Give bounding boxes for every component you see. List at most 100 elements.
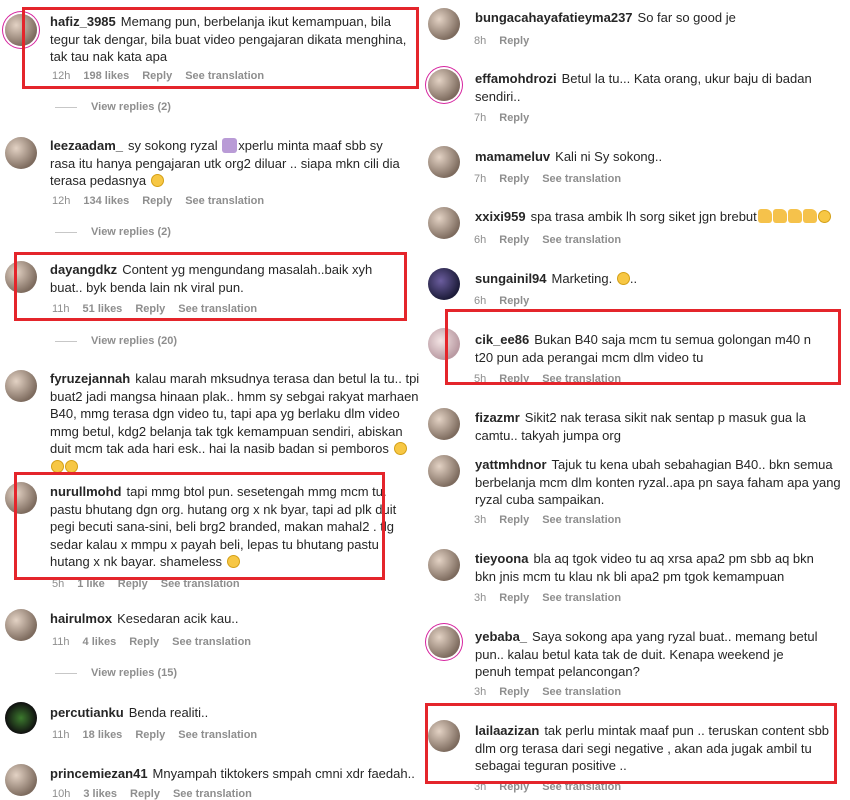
username[interactable]: fyruzejannah: [50, 371, 130, 386]
avatar[interactable]: [428, 146, 460, 178]
reply-button[interactable]: Reply: [142, 70, 172, 82]
timestamp: 3h: [474, 592, 487, 604]
reply-button[interactable]: Reply: [499, 295, 529, 307]
see-translation-link[interactable]: See translation: [542, 592, 621, 604]
avatar[interactable]: [5, 482, 37, 514]
timestamp: 11h: [52, 729, 70, 741]
username[interactable]: nurullmohd: [50, 484, 122, 499]
view-replies-button[interactable]: View replies (2): [55, 226, 171, 238]
view-replies-button[interactable]: View replies (15): [55, 667, 177, 679]
username[interactable]: princemiezan41: [50, 766, 148, 781]
avatar[interactable]: [428, 268, 460, 300]
username[interactable]: dayangdkz: [50, 262, 117, 277]
likes-count[interactable]: 3 likes: [83, 788, 117, 800]
avatar[interactable]: [428, 720, 460, 752]
username[interactable]: yebaba_: [475, 629, 527, 644]
username[interactable]: hafiz_3985: [50, 14, 116, 29]
view-replies-button[interactable]: View replies (2): [55, 101, 171, 113]
reply-button[interactable]: Reply: [499, 781, 529, 793]
username[interactable]: xxixi959: [475, 209, 526, 224]
avatar[interactable]: [5, 764, 37, 796]
see-translation-link[interactable]: See translation: [161, 578, 240, 590]
reply-button[interactable]: Reply: [499, 112, 529, 124]
reply-button[interactable]: Reply: [499, 234, 529, 246]
likes-count[interactable]: 134 likes: [83, 195, 129, 207]
reply-button[interactable]: Reply: [499, 686, 529, 698]
comment-meta: 11h 51 likes Reply See translation: [52, 302, 270, 316]
see-translation-link[interactable]: See translation: [542, 686, 621, 698]
likes-count[interactable]: 51 likes: [83, 303, 123, 315]
avatar[interactable]: [428, 626, 460, 658]
comment-text: hairulmox Kesedaran acik kau..: [50, 610, 410, 628]
reply-button[interactable]: Reply: [499, 173, 529, 185]
timestamp: 12h: [52, 195, 71, 207]
avatar[interactable]: [428, 408, 460, 440]
avatar[interactable]: [5, 609, 37, 641]
comment-meta: 7h Reply: [474, 111, 542, 125]
see-translation-link[interactable]: See translation: [542, 173, 621, 185]
avatar[interactable]: [428, 8, 460, 40]
see-translation-link[interactable]: See translation: [542, 514, 621, 526]
username[interactable]: fizazmr: [475, 410, 520, 425]
reply-button[interactable]: Reply: [118, 578, 148, 590]
likes-count[interactable]: 18 likes: [83, 729, 123, 741]
username[interactable]: mamameluv: [475, 149, 550, 164]
likes-count[interactable]: 1 like: [77, 578, 105, 590]
comment-body: sy sokong ryzal: [128, 138, 218, 153]
timestamp: 6h: [474, 234, 487, 246]
comment-body-continued: ..: [629, 271, 638, 286]
reply-button[interactable]: Reply: [135, 729, 165, 741]
avatar[interactable]: [428, 549, 460, 581]
avatar[interactable]: [428, 207, 460, 239]
see-translation-link[interactable]: See translation: [185, 195, 264, 207]
avatar[interactable]: [428, 328, 460, 360]
comment-text: percutianku Benda realiti..: [50, 704, 410, 722]
avatar[interactable]: [5, 370, 37, 402]
reply-button[interactable]: Reply: [499, 592, 529, 604]
avatar[interactable]: [428, 69, 460, 101]
comment-meta: 6h Reply: [474, 294, 542, 308]
comment-meta: 3h Reply See translation: [474, 685, 634, 699]
comment-meta: 3h Reply See translation: [474, 591, 634, 605]
see-translation-link[interactable]: See translation: [173, 788, 252, 800]
comment-text: dayangdkz Content yg mengundang masalah..…: [50, 261, 400, 296]
username[interactable]: bungacahayafatieyma237: [475, 10, 633, 25]
avatar[interactable]: [428, 455, 460, 487]
username[interactable]: sungainil94: [475, 271, 547, 286]
reply-button[interactable]: Reply: [130, 788, 160, 800]
reply-button[interactable]: Reply: [499, 373, 529, 385]
username[interactable]: cik_ee86: [475, 332, 529, 347]
reply-button[interactable]: Reply: [142, 195, 172, 207]
see-translation-link[interactable]: See translation: [542, 234, 621, 246]
reply-button[interactable]: Reply: [135, 303, 165, 315]
view-replies-button[interactable]: View replies (20): [55, 335, 177, 347]
username[interactable]: effamohdrozi: [475, 71, 557, 86]
username[interactable]: percutianku: [50, 705, 124, 720]
comment-text: cik_ee86 Bukan B40 saja mcm tu semua golo…: [475, 331, 815, 366]
avatar[interactable]: [5, 702, 37, 734]
see-translation-link[interactable]: See translation: [542, 781, 621, 793]
see-translation-link[interactable]: See translation: [178, 729, 257, 741]
username[interactable]: hairulmox: [50, 611, 112, 626]
username[interactable]: leezaadam_: [50, 138, 123, 153]
timestamp: 11h: [52, 636, 70, 648]
reply-button[interactable]: Reply: [499, 514, 529, 526]
username[interactable]: tieyoona: [475, 551, 528, 566]
username[interactable]: yattmhdnor: [475, 457, 547, 472]
avatar[interactable]: [5, 261, 37, 293]
reply-button[interactable]: Reply: [129, 636, 159, 648]
see-translation-link[interactable]: See translation: [172, 636, 251, 648]
timestamp: 10h: [52, 788, 71, 800]
reply-button[interactable]: Reply: [499, 35, 529, 47]
timestamp: 11h: [52, 303, 70, 315]
thumbs-up-emoji-icon: [772, 209, 787, 223]
likes-count[interactable]: 198 likes: [83, 70, 129, 82]
see-translation-link[interactable]: See translation: [178, 303, 257, 315]
avatar[interactable]: [5, 14, 37, 46]
avatar[interactable]: [5, 137, 37, 169]
likes-count[interactable]: 4 likes: [83, 636, 117, 648]
see-translation-link[interactable]: See translation: [185, 70, 264, 82]
username[interactable]: lailaazizan: [475, 723, 539, 738]
thumbs-up-emoji-icon: [787, 209, 802, 223]
see-translation-link[interactable]: See translation: [542, 373, 621, 385]
